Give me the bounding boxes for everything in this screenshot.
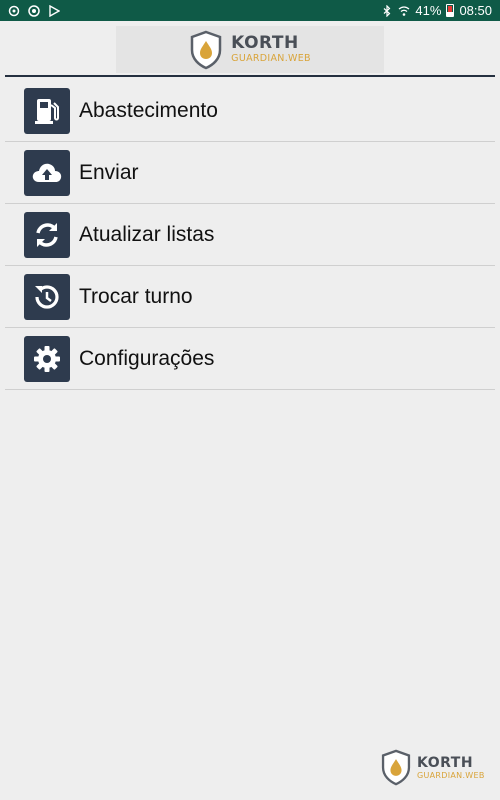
brand-subtitle: GUARDIAN.WEB	[231, 53, 311, 65]
status-right: 41% 08:50	[381, 3, 492, 18]
play-store-icon	[49, 4, 60, 17]
battery-percent: 41%	[415, 3, 442, 18]
clock-history-icon	[24, 273, 70, 320]
brand-subtitle: GUARDIAN.WEB	[417, 770, 485, 780]
cloud-upload-icon	[24, 149, 70, 196]
menu-item-configuracoes[interactable]: Configurações	[5, 328, 495, 390]
main-menu: Abastecimento Enviar Atualizar listas Tr…	[5, 80, 495, 390]
gear-icon	[24, 335, 70, 382]
shield-logo-icon	[190, 30, 222, 69]
menu-item-label: Atualizar listas	[79, 222, 215, 246]
menu-item-label: Trocar turno	[79, 284, 193, 308]
brand-name: KORTH	[231, 33, 299, 54]
menu-item-label: Abastecimento	[79, 98, 218, 122]
menu-item-enviar[interactable]: Enviar	[5, 142, 495, 204]
menu-item-label: Configurações	[79, 346, 215, 370]
brand-name: KORTH	[417, 754, 474, 771]
menu-item-label: Enviar	[79, 160, 139, 184]
header-logo: KORTH GUARDIAN.WEB	[116, 26, 384, 73]
battery-icon	[446, 4, 455, 17]
status-left	[8, 4, 60, 17]
menu-item-abastecimento[interactable]: Abastecimento	[5, 80, 495, 142]
fuel-pump-icon	[24, 87, 70, 134]
chrome-icon	[28, 4, 40, 17]
footer-logo: KORTH GUARDIAN.WEB	[380, 749, 485, 786]
clock: 08:50	[459, 3, 492, 18]
status-bar: 41% 08:50	[0, 0, 500, 21]
header-divider	[5, 75, 495, 77]
menu-item-atualizar-listas[interactable]: Atualizar listas	[5, 204, 495, 266]
sync-icon	[8, 5, 20, 16]
menu-item-trocar-turno[interactable]: Trocar turno	[5, 266, 495, 328]
bluetooth-icon	[384, 4, 391, 17]
wifi-icon	[399, 5, 410, 16]
refresh-icon	[24, 211, 70, 258]
shield-logo-icon	[381, 749, 411, 786]
